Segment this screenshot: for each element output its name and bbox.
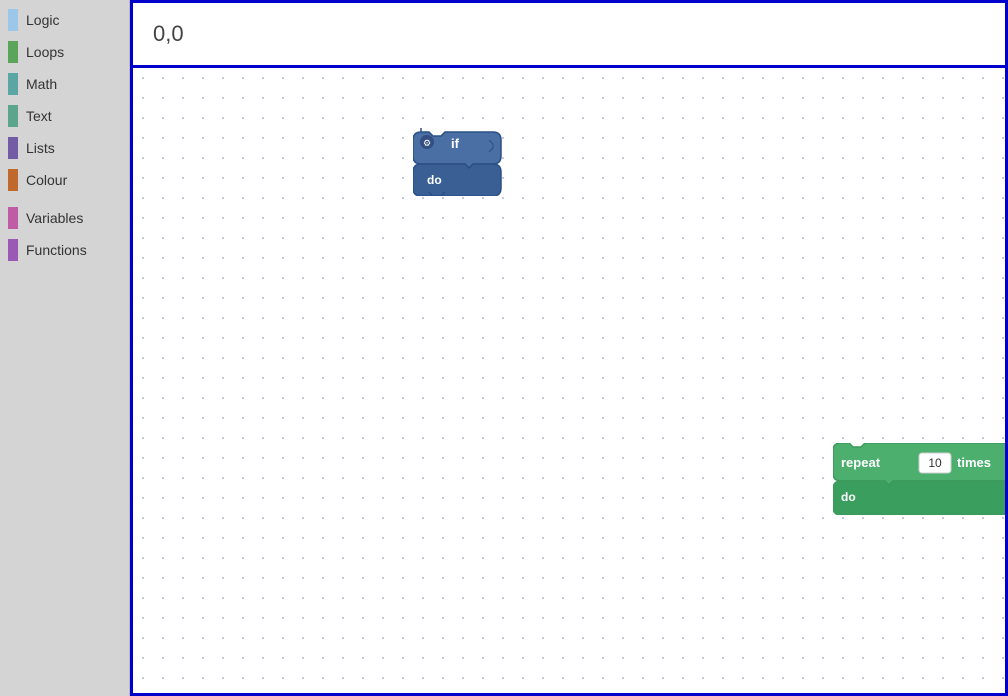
svg-text:do: do (841, 490, 856, 504)
sidebar-item-label-loops: Loops (26, 44, 64, 60)
sidebar-item-lists[interactable]: Lists (0, 132, 129, 164)
coordinates-display: 0,0 (153, 21, 184, 47)
logic-color-bar (8, 9, 18, 31)
svg-text:repeat: repeat (841, 455, 881, 470)
loops-color-bar (8, 41, 18, 63)
sidebar-item-label-logic: Logic (26, 12, 59, 28)
sidebar-item-math[interactable]: Math (0, 68, 129, 100)
sidebar-item-label-colour: Colour (26, 172, 67, 188)
sidebar-item-functions[interactable]: Functions (0, 234, 129, 266)
topbar: 0,0 (130, 0, 1008, 65)
sidebar-item-loops[interactable]: Loops (0, 36, 129, 68)
sidebar-item-colour[interactable]: Colour (0, 164, 129, 196)
sidebar-item-label-math: Math (26, 76, 57, 92)
svg-text:⚙: ⚙ (423, 138, 431, 148)
math-color-bar (8, 73, 18, 95)
svg-text:10: 10 (928, 456, 942, 470)
main-area: 0,0 ⚙ if do (130, 0, 1008, 696)
sidebar-item-label-text: Text (26, 108, 52, 124)
sidebar-item-text[interactable]: Text (0, 100, 129, 132)
sidebar-item-logic[interactable]: Logic (0, 4, 129, 36)
sidebar: Logic Loops Math Text Lists Colour Varia… (0, 0, 130, 696)
svg-text:times: times (957, 455, 991, 470)
repeat-block[interactable]: repeat 10 times do (833, 443, 1008, 515)
if-block[interactable]: ⚙ if do (413, 128, 508, 196)
svg-text:if: if (451, 136, 460, 151)
sidebar-item-variables[interactable]: Variables (0, 202, 129, 234)
sidebar-item-label-lists: Lists (26, 140, 55, 156)
text-color-bar (8, 105, 18, 127)
lists-color-bar (8, 137, 18, 159)
svg-text:do: do (427, 173, 442, 187)
functions-color-bar (8, 239, 18, 261)
sidebar-item-label-functions: Functions (26, 242, 87, 258)
canvas-area[interactable]: ⚙ if do repeat 10 (130, 65, 1008, 696)
variables-color-bar (8, 207, 18, 229)
sidebar-item-label-variables: Variables (26, 210, 83, 226)
colour-color-bar (8, 169, 18, 191)
